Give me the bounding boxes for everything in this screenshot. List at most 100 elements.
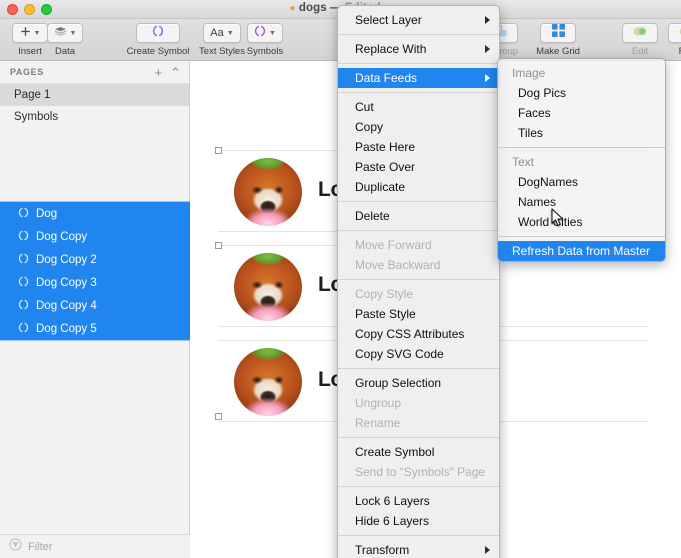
- list-item[interactable]: Dog Copy 2: [0, 248, 190, 271]
- menu-item-label: Cut: [355, 100, 374, 114]
- menu-item-label: Replace With: [355, 42, 427, 56]
- selection-handle[interactable]: [215, 147, 222, 154]
- menu-item-copy-css-attributes[interactable]: Copy CSS Attributes: [338, 324, 499, 344]
- menu-item-copy[interactable]: Copy: [338, 117, 499, 137]
- submenu-header-label: Text: [512, 155, 535, 169]
- submenu-item-dognames[interactable]: DogNames: [498, 172, 665, 192]
- toolbar-item-data[interactable]: ▼ Data: [29, 21, 101, 61]
- toolbar-label: Edit: [631, 46, 649, 57]
- submenu-header-image: Image: [498, 63, 665, 83]
- toolbar-label: Data: [54, 46, 76, 57]
- menu-item-label: Paste Here: [355, 140, 416, 154]
- submenu-item-tiles[interactable]: Tiles: [498, 123, 665, 143]
- layer-label: Dog Copy 2: [36, 253, 97, 266]
- make-grid-icon: [551, 24, 565, 42]
- menu-item-paste-style[interactable]: Paste Style: [338, 304, 499, 324]
- submenu-item-world-cities[interactable]: World Cities: [498, 212, 665, 232]
- menu-separator: [338, 535, 499, 536]
- selection-handle[interactable]: [215, 413, 222, 420]
- toolbar-label: Symbols: [246, 46, 284, 57]
- chevron-down-icon: ▼: [69, 29, 77, 37]
- menu-item-label: Copy CSS Attributes: [355, 327, 465, 341]
- add-page-icon[interactable]: +: [155, 66, 163, 79]
- symbols-button[interactable]: ▼: [247, 23, 283, 43]
- list-item[interactable]: Dog Copy 3: [0, 271, 190, 294]
- menu-item-lock-layers[interactable]: Lock 6 Layers: [338, 491, 499, 511]
- toolbar-item-make-grid[interactable]: Make Grid: [522, 21, 594, 61]
- list-item[interactable]: Dog Copy 4: [0, 294, 190, 317]
- filter-bar[interactable]: Filter: [0, 534, 190, 558]
- menu-item-replace-with[interactable]: Replace With: [338, 39, 499, 59]
- menu-item-duplicate[interactable]: Duplicate: [338, 177, 499, 197]
- menu-item-label: Copy: [355, 120, 384, 134]
- menu-item-create-symbol[interactable]: Create Symbol: [338, 442, 499, 462]
- menu-separator: [338, 486, 499, 487]
- list-item[interactable]: Dog Copy 5: [0, 317, 190, 340]
- submenu-item-label: Names: [518, 195, 557, 209]
- list-item[interactable]: Dog: [0, 202, 190, 225]
- submenu-separator: [498, 236, 665, 237]
- data-stack-icon: [54, 24, 67, 42]
- list-item[interactable]: Dog Copy: [0, 225, 190, 248]
- menu-item-rename: Rename: [338, 413, 499, 433]
- toolbar-item-symbols[interactable]: ▼ Symbols: [229, 21, 301, 61]
- avatar[interactable]: [234, 253, 302, 321]
- menu-item-delete[interactable]: Delete: [338, 206, 499, 226]
- submenu-item-label: DogNames: [518, 175, 579, 189]
- toolbar-label: Make Grid: [536, 46, 580, 57]
- submenu-item-names[interactable]: Names: [498, 192, 665, 212]
- context-menu[interactable]: Select Layer Replace With Data Feeds Cut…: [337, 5, 500, 558]
- toolbar-item-create-symbol[interactable]: Create Symbol: [122, 21, 194, 61]
- menu-item-label: Transform: [355, 543, 410, 557]
- sidebar-page-symbols[interactable]: Symbols: [0, 106, 189, 128]
- menu-item-copy-style: Copy Style: [338, 284, 499, 304]
- submenu-item-label: Tiles: [518, 126, 543, 140]
- data-feeds-submenu[interactable]: Image Dog Pics Faces Tiles Text DogNames…: [497, 58, 666, 262]
- sidebar-page-page-1[interactable]: Page 1: [0, 84, 189, 106]
- menu-item-label: Lock 6 Layers: [355, 494, 430, 508]
- menu-item-hide-layers[interactable]: Hide 6 Layers: [338, 511, 499, 531]
- menu-item-copy-svg-code[interactable]: Copy SVG Code: [338, 344, 499, 364]
- make-grid-button[interactable]: [540, 23, 576, 43]
- toolbar-item-rotate[interactable]: Rot: [650, 21, 681, 61]
- layer-label: Dog: [36, 207, 58, 220]
- menu-item-move-backward: Move Backward: [338, 255, 499, 275]
- symbol-icon: [18, 253, 29, 267]
- menu-item-data-feeds[interactable]: Data Feeds: [338, 68, 499, 88]
- menu-item-label: Paste Over: [355, 160, 416, 174]
- menu-item-group-selection[interactable]: Group Selection: [338, 373, 499, 393]
- menu-item-cut[interactable]: Cut: [338, 97, 499, 117]
- data-button[interactable]: ▼: [46, 23, 84, 43]
- document-icon: ●: [289, 3, 296, 14]
- avatar[interactable]: [234, 158, 302, 226]
- submenu-item-label: Dog Pics: [518, 86, 567, 100]
- filter-input[interactable]: Filter: [28, 541, 52, 553]
- layer-selection-group: Dog Dog Copy Dog Copy 2 Dog Copy 3 Dog C…: [0, 201, 190, 341]
- menu-item-paste-over[interactable]: Paste Over: [338, 157, 499, 177]
- menu-item-transform[interactable]: Transform: [338, 540, 499, 558]
- menu-item-paste-here[interactable]: Paste Here: [338, 137, 499, 157]
- menu-item-label: Data Feeds: [355, 71, 418, 85]
- rotate-button[interactable]: [668, 23, 681, 43]
- avatar[interactable]: [234, 348, 302, 416]
- menu-separator: [338, 92, 499, 93]
- chevron-up-icon[interactable]: ⌃: [170, 66, 181, 79]
- menu-item-label: Delete: [355, 209, 390, 223]
- selection-handle[interactable]: [215, 242, 222, 249]
- menu-separator: [338, 437, 499, 438]
- submenu-separator: [498, 147, 665, 148]
- menu-item-label: Duplicate: [355, 180, 406, 194]
- submenu-item-label: Refresh Data from Master: [512, 244, 651, 258]
- menu-item-select-layer[interactable]: Select Layer: [338, 10, 499, 30]
- create-symbol-button[interactable]: [136, 23, 180, 43]
- submenu-item-dog-pics[interactable]: Dog Pics: [498, 83, 665, 103]
- window-title-text: dogs: [298, 2, 327, 14]
- submenu-item-refresh-data-from-master[interactable]: Refresh Data from Master: [498, 241, 665, 261]
- menu-separator: [338, 63, 499, 64]
- left-sidebar: PAGES + ⌃ Page 1 Symbols Dog Dog Copy Do…: [0, 61, 190, 558]
- text-styles-icon: Aa: [210, 26, 224, 39]
- submenu-item-faces[interactable]: Faces: [498, 103, 665, 123]
- submenu-header-text: Text: [498, 152, 665, 172]
- symbol-icon: [18, 207, 29, 221]
- menu-item-label: Hide 6 Layers: [355, 514, 430, 528]
